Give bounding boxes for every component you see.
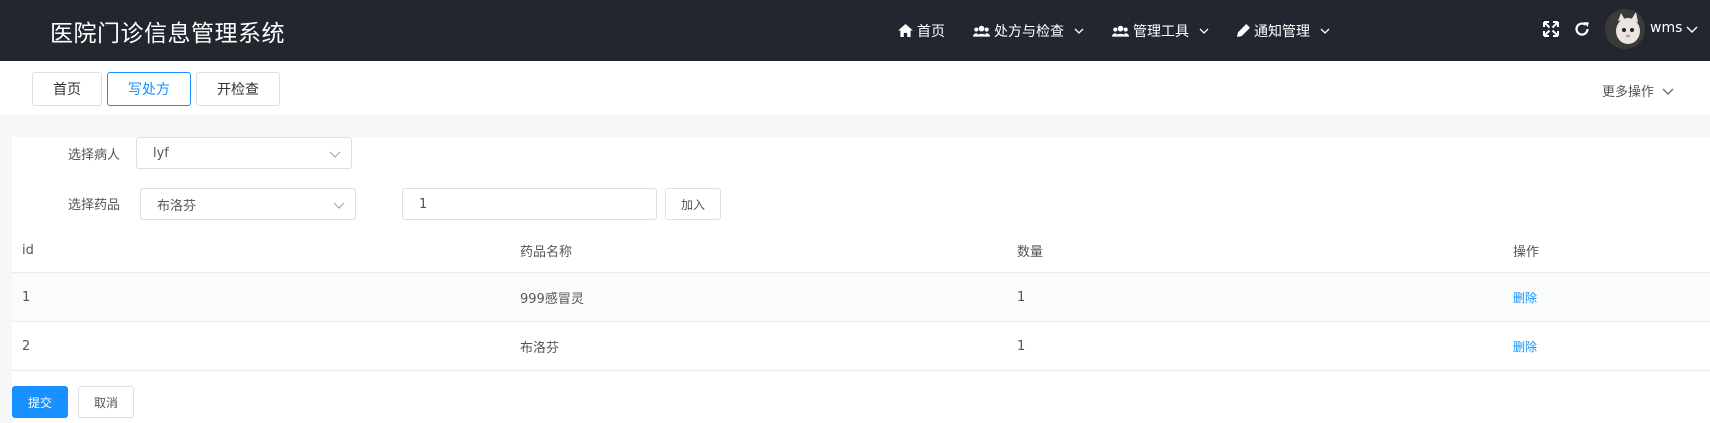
nav-notice-label: 通知管理 (1254, 23, 1310, 40)
home-icon (898, 24, 913, 37)
nav-item-prescription[interactable]: 处方与检查 (973, 21, 1084, 41)
tabs-bar: 首页 写处方 开检查 更多操作 (0, 61, 1710, 115)
nav-item-tools[interactable]: 管理工具 (1112, 21, 1209, 41)
prescription-panel: 选择病人 lyf 选择药品 布洛芬 加入 id 药品名称 数量 操作 1 999… (12, 137, 1710, 423)
chevron-down-icon (1199, 28, 1209, 34)
patient-select[interactable]: lyf (136, 137, 352, 169)
nav-home-label: 首页 (917, 23, 945, 40)
drug-select-value: 布洛芬 (157, 198, 197, 214)
top-nav: 首页 处方与检查 管理工具 通知管理 (898, 0, 1358, 61)
column-header-id: id (22, 243, 34, 258)
avatar-image (1605, 9, 1645, 49)
avatar[interactable] (1605, 9, 1645, 49)
drug-table: id 药品名称 数量 操作 1 999感冒灵 1 删除 2 布洛芬 1 删除 (12, 229, 1710, 371)
chevron-down-icon (333, 202, 345, 209)
table-row: 2 布洛芬 1 删除 (12, 322, 1710, 371)
cell-id: 1 (22, 289, 31, 305)
submit-button[interactable]: 提交 (12, 386, 68, 418)
more-ops-label: 更多操作 (1602, 85, 1655, 100)
cancel-button[interactable]: 取消 (78, 386, 134, 418)
users-icon (1112, 25, 1129, 37)
nav-item-notice[interactable]: 通知管理 (1237, 21, 1330, 41)
users-icon (973, 25, 990, 37)
add-button[interactable]: 加入 (665, 188, 721, 220)
drug-select[interactable]: 布洛芬 (140, 188, 356, 220)
cell-id: 2 (22, 338, 31, 354)
cell-drug-name: 999感冒灵 (520, 291, 584, 307)
nav-tools-label: 管理工具 (1133, 23, 1189, 40)
patient-label: 选择病人 (68, 148, 121, 163)
chevron-down-icon (1074, 28, 1084, 34)
more-ops-dropdown[interactable]: 更多操作 (1602, 81, 1674, 100)
chevron-down-icon (1662, 88, 1674, 95)
cell-quantity: 1 (1017, 289, 1026, 305)
column-header-name: 药品名称 (520, 245, 573, 260)
chevron-down-icon (1320, 28, 1330, 34)
nav-item-home[interactable]: 首页 (898, 21, 945, 41)
column-header-quantity: 数量 (1017, 245, 1044, 260)
nav-prescription-label: 处方与检查 (994, 23, 1064, 40)
refresh-icon[interactable] (1573, 20, 1591, 38)
table-header: id 药品名称 数量 操作 (12, 229, 1710, 273)
tab-home[interactable]: 首页 (32, 72, 102, 106)
username[interactable]: wms (1650, 20, 1682, 36)
drug-label: 选择药品 (68, 198, 121, 213)
pen-icon (1237, 24, 1250, 37)
column-header-action: 操作 (1513, 245, 1540, 260)
cell-drug-name: 布洛芬 (520, 340, 560, 356)
delete-link[interactable]: 删除 (1513, 273, 1537, 321)
quantity-input[interactable] (402, 188, 657, 220)
tab-open-exam[interactable]: 开检查 (196, 72, 280, 106)
app-title: 医院门诊信息管理系统 (50, 21, 285, 47)
chevron-down-icon[interactable] (1686, 24, 1698, 34)
fullscreen-icon[interactable] (1542, 20, 1560, 38)
patient-select-value: lyf (153, 145, 169, 161)
chevron-down-icon (329, 151, 341, 158)
cell-quantity: 1 (1017, 338, 1026, 354)
delete-link[interactable]: 删除 (1513, 322, 1537, 370)
table-row: 1 999感冒灵 1 删除 (12, 273, 1710, 322)
top-header: 医院门诊信息管理系统 首页 处方与检查 管理工具 通知管理 wms (0, 0, 1710, 61)
tab-write-prescription[interactable]: 写处方 (107, 72, 191, 106)
